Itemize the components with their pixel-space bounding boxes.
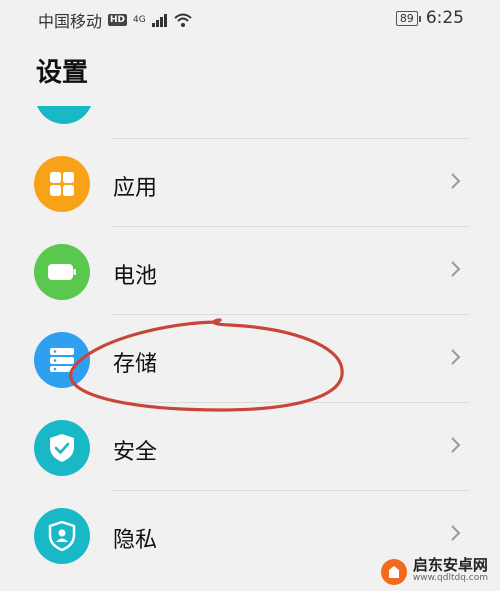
- clock: 6:25: [425, 8, 464, 28]
- watermark-text: 启东安卓网 www.qdltdq.com: [412, 556, 488, 585]
- divider: [112, 402, 470, 403]
- chevron-right-icon: [451, 525, 461, 541]
- status-left: 中国移动 HD 4G: [38, 8, 193, 32]
- settings-item-security[interactable]: 安全: [0, 402, 500, 490]
- settings-item-label: 安全: [113, 440, 158, 465]
- status-bar: 中国移动 HD 4G 89 6:25: [0, 0, 500, 36]
- status-right: 89 6:25: [395, 8, 464, 28]
- page-title: 设置: [36, 58, 89, 88]
- settings-item-battery[interactable]: 电池: [0, 226, 500, 314]
- chevron-right-icon: [451, 261, 461, 277]
- chevron-right-icon: [451, 173, 461, 189]
- chevron-right-icon: [451, 349, 461, 365]
- signal-icon: [151, 13, 167, 27]
- network-type: 4G: [133, 14, 146, 25]
- settings-item-label: 电池: [113, 264, 158, 289]
- divider: [112, 314, 470, 315]
- settings-item-apps[interactable]: 应用: [0, 138, 500, 226]
- settings-item-storage[interactable]: 存储: [0, 314, 500, 402]
- settings-item-label: 隐私: [113, 528, 158, 553]
- watermark-url: www.qdltdq.com: [412, 573, 488, 583]
- hd-badge-icon: HD: [108, 14, 128, 26]
- battery-level-icon: 89: [395, 10, 421, 26]
- watermark: 启东安卓网 www.qdltdq.com: [380, 556, 488, 585]
- divider: [112, 490, 470, 491]
- divider: [112, 226, 470, 227]
- carrier-name: 中国移动: [38, 12, 103, 31]
- apps-grid-icon: [34, 156, 90, 212]
- shield-check-icon: [34, 420, 90, 476]
- settings-item-label: 应用: [113, 176, 158, 201]
- settings-item-label: 存储: [113, 352, 158, 377]
- storage-icon: [34, 332, 90, 388]
- wifi-icon: [174, 13, 192, 27]
- battery-icon: [34, 244, 90, 300]
- site-logo-icon: [380, 559, 407, 585]
- watermark-site-name: 启东安卓网: [412, 556, 488, 574]
- settings-list: 应用 电池 存储 安全 隐私: [0, 138, 500, 578]
- privacy-shield-icon: [34, 508, 90, 564]
- chevron-right-icon: [451, 437, 461, 453]
- divider: [112, 138, 470, 139]
